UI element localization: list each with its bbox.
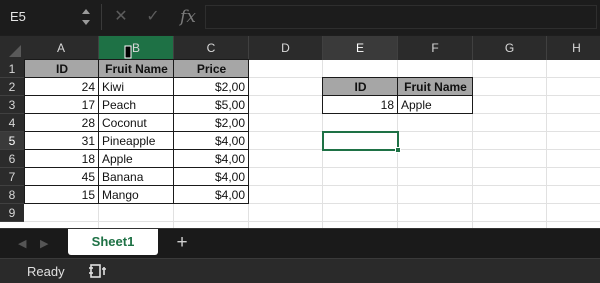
tab-next-icon[interactable]: ▶	[40, 237, 48, 250]
column-header-e[interactable]: E	[323, 36, 398, 60]
row-header-1[interactable]: 1	[0, 60, 24, 78]
table1-cell-fruit[interactable]: Peach	[99, 96, 173, 114]
function-icon[interactable]: fx	[178, 6, 198, 28]
add-sheet-button[interactable]: +	[172, 232, 192, 254]
table1-cell-price[interactable]: $2,00	[174, 114, 248, 132]
macro-record-icon[interactable]	[89, 263, 107, 280]
table2-header-id[interactable]: ID	[323, 78, 398, 96]
table1-header-id[interactable]: ID	[25, 60, 99, 78]
table1-cell-price[interactable]: $4,00	[174, 150, 248, 168]
table1-cell-id[interactable]: 45	[25, 168, 98, 186]
table1-header-fruit-name[interactable]: Fruit Name	[99, 60, 174, 78]
table1-cell-id[interactable]: 17	[25, 96, 98, 114]
formula-input[interactable]	[205, 5, 597, 29]
formula-bar: E5 ✕ ✓ fx	[0, 0, 600, 35]
check-icon[interactable]: ✓	[144, 6, 162, 28]
status-bar: Ready	[0, 258, 600, 283]
sheet-tab-sheet1[interactable]: Sheet1	[68, 229, 158, 255]
table1-cell-id[interactable]: 31	[25, 132, 98, 150]
column-header-b[interactable]: B	[99, 36, 174, 60]
table1-cell-fruit[interactable]: Coconut	[99, 114, 173, 132]
table1-cell-price[interactable]: $5,00	[174, 96, 248, 114]
column-header-a[interactable]: A	[24, 36, 99, 60]
row-header-6[interactable]: 6	[0, 150, 24, 168]
close-icon[interactable]: ✕	[112, 6, 130, 28]
table1-cell-id[interactable]: 24	[25, 78, 98, 96]
table1-cell-fruit[interactable]: Banana	[99, 168, 173, 186]
table1-cell-id[interactable]: 18	[25, 150, 98, 168]
table2-header-fruit-name[interactable]: Fruit Name	[398, 78, 473, 96]
table1-header-price[interactable]: Price	[174, 60, 249, 78]
column-header-f[interactable]: F	[398, 36, 473, 60]
formula-bar-divider	[101, 4, 102, 30]
table2-cell-id[interactable]: 18	[323, 96, 397, 114]
table1-cell-fruit[interactable]: Mango	[99, 186, 173, 204]
sheet-tab-bar: ◀ ▶ Sheet1 +	[0, 228, 600, 258]
table1-cell-fruit[interactable]: Kiwi	[99, 78, 173, 96]
table2-cell-fruit[interactable]: Apple	[398, 96, 472, 114]
table1-cell-price[interactable]: $4,00	[174, 186, 248, 204]
row-header-3[interactable]: 3	[0, 96, 24, 114]
row-header-2[interactable]: 2	[0, 78, 24, 96]
column-header-h[interactable]: H	[547, 36, 600, 60]
table1-cell-id[interactable]: 28	[25, 114, 98, 132]
cursor-icon	[124, 45, 132, 59]
table1-cell-fruit[interactable]: Apple	[99, 150, 173, 168]
row-header-5[interactable]: 5	[0, 132, 24, 150]
tab-prev-icon[interactable]: ◀	[18, 237, 26, 250]
table1-cell-fruit[interactable]: Pineapple	[99, 132, 173, 150]
table1-cell-price[interactable]: $2,00	[174, 78, 248, 96]
status-text: Ready	[27, 264, 65, 279]
row-header-4[interactable]: 4	[0, 114, 24, 132]
row-header-7[interactable]: 7	[0, 168, 24, 186]
select-all-corner[interactable]	[0, 36, 24, 60]
row-header-8[interactable]: 8	[0, 186, 24, 204]
column-header-g[interactable]: G	[473, 36, 547, 60]
table1-cell-price[interactable]: $4,00	[174, 132, 248, 150]
row-header-9[interactable]: 9	[0, 204, 24, 222]
table1-cell-price[interactable]: $4,00	[174, 168, 248, 186]
column-header-c[interactable]: C	[174, 36, 249, 60]
fill-handle[interactable]	[395, 147, 401, 153]
name-box-stepper-icon[interactable]	[80, 6, 92, 28]
column-header-d[interactable]: D	[249, 36, 323, 60]
spreadsheet-grid[interactable]: A B C D E F G H 1 2 3 4 5 6 7 8 9 ID Fru…	[0, 36, 600, 228]
table1-cell-id[interactable]: 15	[25, 186, 98, 204]
active-cell-selection[interactable]	[322, 131, 399, 151]
